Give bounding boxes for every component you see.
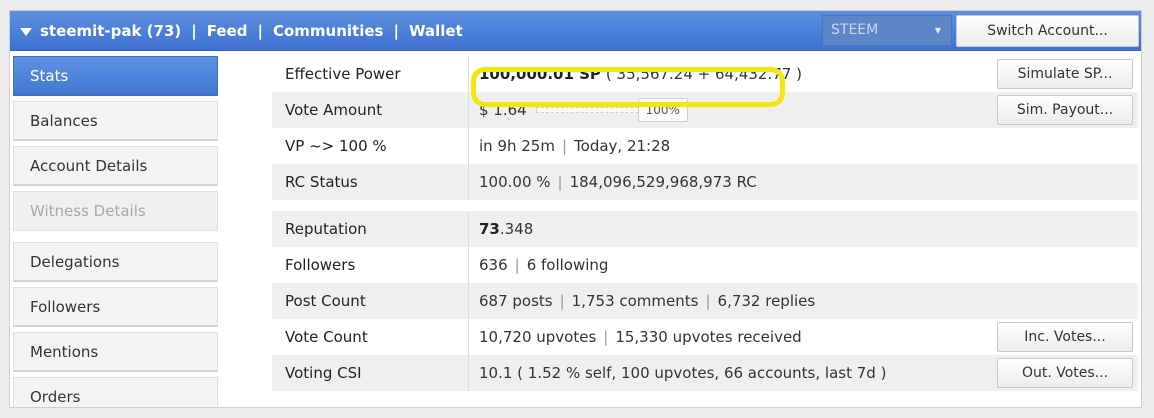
steem-wallet-panel: steemit-pak (73) | Feed | Communities | … [9,10,1142,408]
following-count: 6 following [526,256,609,274]
sidebar: Stats Balances Account Details Witness D… [13,56,218,407]
sidebar-item-balances[interactable]: Balances [13,101,218,141]
nav-separator: | [257,22,263,40]
table-row-voting-csi: Voting CSI 10.1 ( 1.52 % self, 100 upvot… [272,355,1138,391]
table-row-vote-amount: Vote Amount $ 1.64 100% Sim. Payout... [272,92,1138,128]
row-label: Vote Amount [272,92,469,128]
row-label: Reputation [272,211,469,247]
row-label: Followers [272,247,469,283]
row-label: VP ~> 100 % [272,128,469,164]
vp-time-left: in 9h 25m [479,137,555,155]
effective-power-detail: ( 35,567.24 + 64,432.77 ) [605,65,802,83]
followers-count: 636 [479,256,508,274]
slider-handle[interactable]: 100% [637,98,688,122]
group-divider [272,200,1138,211]
simulate-sp-button[interactable]: Simulate SP... [997,59,1133,89]
row-label: RC Status [272,164,469,200]
separator: | [561,137,568,155]
effective-power-value: 100,000.01 SP [479,65,601,83]
nav-communities[interactable]: Communities [273,22,384,40]
voting-csi-value: 10.1 ( 1.52 % self, 100 upvotes, 66 acco… [479,364,887,382]
table-row-effective-power: Effective Power 100,000.01 SP ( 35,567.2… [272,56,1138,92]
inc-votes-button[interactable]: Inc. Votes... [997,322,1133,352]
row-label: Voting CSI [272,355,469,391]
sidebar-item-account-details[interactable]: Account Details [13,146,218,186]
account-link[interactable]: steemit-pak (73) [40,22,181,40]
out-votes-button[interactable]: Out. Votes... [997,358,1133,388]
nav-separator: | [191,22,197,40]
vote-amount-value: $ 1.64 [479,101,527,119]
table-row-followers: Followers 636 | 6 following [272,247,1138,283]
vp-full-at: Today, 21:28 [574,137,671,155]
row-label: Vote Count [272,319,469,355]
posts-count: 687 posts [479,292,553,310]
reputation-int: 73 [479,220,500,238]
separator: | [514,256,520,274]
row-value: 687 posts | 1,753 comments | 6,732 repli… [469,283,1138,319]
table-row-post-count: Post Count 687 posts | 1,753 comments | … [272,283,1138,319]
dropdown-triangle-icon[interactable] [20,27,32,36]
sim-payout-button[interactable]: Sim. Payout... [997,95,1133,125]
nav-wallet[interactable]: Wallet [409,22,463,40]
nav-separator: | [393,22,399,40]
breadcrumb-nav: steemit-pak (73) | Feed | Communities | … [20,11,463,51]
switch-account-button[interactable]: Switch Account... [956,15,1139,47]
upvotes-count: 10,720 upvotes [479,328,597,346]
currency-select[interactable]: STEEM ▼ [822,15,952,46]
separator: | [705,292,711,310]
chevron-down-icon: ▼ [934,26,941,35]
upvotes-received: 15,330 upvotes received [615,328,802,346]
table-row-vote-count: Vote Count 10,720 upvotes | 15,330 upvot… [272,319,1138,355]
rc-percent: 100.00 % [479,173,551,191]
row-label: Effective Power [272,56,469,92]
separator: | [559,292,565,310]
row-value: 73.348 [469,211,1138,247]
table-row-reputation: Reputation 73.348 [272,211,1138,247]
sidebar-item-followers[interactable]: Followers [13,287,218,327]
sidebar-item-mentions[interactable]: Mentions [13,332,218,372]
table-row-rc-status: RC Status 100.00 % | 184,096,529,968,973… [272,164,1138,200]
stats-table: Effective Power 100,000.01 SP ( 35,567.2… [272,56,1138,391]
comments-count: 1,753 comments [571,292,699,310]
sidebar-item-witness-details: Witness Details [13,191,218,231]
separator: | [557,173,563,191]
top-bar: steemit-pak (73) | Feed | Communities | … [10,11,1141,51]
reputation-decimal: .348 [499,220,534,238]
rc-amount: 184,096,529,968,973 RC [569,173,757,191]
row-label: Post Count [272,283,469,319]
row-value: 100.00 % | 184,096,529,968,973 RC [469,164,1138,200]
currency-select-value: STEEM [831,22,879,38]
table-row-vp: VP ~> 100 % in 9h 25m | Today, 21:28 [272,128,1138,164]
row-value: in 9h 25m | Today, 21:28 [469,128,1138,164]
sidebar-item-delegations[interactable]: Delegations [13,242,218,282]
separator: | [603,328,609,346]
sidebar-item-orders[interactable]: Orders [13,377,218,407]
vote-weight-slider[interactable]: 100% [535,98,688,122]
sidebar-item-stats[interactable]: Stats [13,56,218,96]
row-value: 636 | 6 following [469,247,1138,283]
replies-count: 6,732 replies [717,292,816,310]
nav-feed[interactable]: Feed [207,22,248,40]
